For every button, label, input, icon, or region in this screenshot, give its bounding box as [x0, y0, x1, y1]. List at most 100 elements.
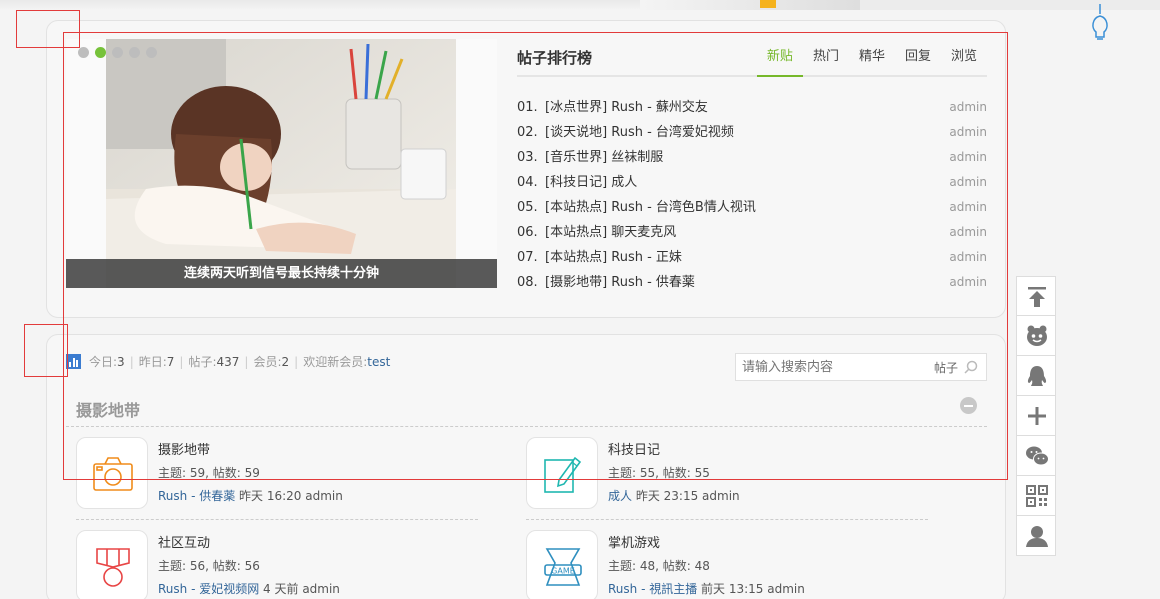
forum-icon-box[interactable]: GAME — [526, 530, 598, 599]
forum-icon-box[interactable] — [526, 437, 598, 509]
ranking-post-link[interactable]: [本站热点] Rush - 台湾色B情人视讯 — [545, 200, 756, 215]
ranking-author-link[interactable]: admin — [949, 195, 987, 220]
collapse-icon[interactable] — [960, 397, 977, 414]
last-post-info: 昨天 16:20 admin — [235, 489, 343, 503]
top-banner-strip — [0, 0, 1160, 10]
today-count: 3 — [117, 354, 125, 369]
forum-last-post: Rush - 視訊主播 前天 13:15 admin — [608, 580, 805, 597]
search-icon[interactable] — [964, 360, 978, 374]
forum-icon-box[interactable] — [76, 530, 148, 599]
ranking-item: 05. [本站热点] Rush - 台湾色B情人视讯 admin — [517, 195, 987, 220]
search-scope-select[interactable]: 帖子 — [934, 359, 958, 376]
slider-dot[interactable] — [146, 47, 157, 58]
slide-photo[interactable] — [106, 39, 456, 288]
back-to-top-icon — [1028, 287, 1046, 307]
ranking-tab[interactable]: 回复 — [895, 49, 941, 77]
ranking-post-link[interactable]: [本站热点] 聊天麦克风 — [545, 225, 676, 240]
slide-caption[interactable]: 连续两天听到信号最长持续十分钟 — [66, 259, 497, 288]
ranking-author-link[interactable]: admin — [949, 270, 987, 295]
svg-text:GAME: GAME — [551, 567, 575, 576]
forum-icon-box[interactable] — [76, 437, 148, 509]
last-post-link[interactable]: 成人 — [608, 489, 632, 503]
stats-separator: | — [294, 354, 299, 369]
ranking-number: 04. — [517, 175, 538, 190]
forum-stats: 主题: 55, 帖数: 55 — [608, 466, 710, 480]
forum-name-link[interactable]: 掌机游戏 — [608, 532, 660, 551]
ranking-number: 05. — [517, 200, 538, 215]
ranking-tab[interactable]: 热门 — [803, 49, 849, 77]
ranking-author-link[interactable]: admin — [949, 220, 987, 245]
forum-item: 社区互动主题: 56, 帖数: 56 Rush - 爱妃视频网 4 天前 admi… — [76, 530, 506, 599]
game-icon: GAME — [544, 548, 582, 586]
add-icon — [1028, 407, 1046, 425]
user-icon — [1026, 526, 1048, 547]
ranking-author-link[interactable]: admin — [949, 145, 987, 170]
back-to-top-button[interactable] — [1016, 276, 1056, 316]
slider-dot[interactable] — [112, 47, 123, 58]
ranking-post-link[interactable]: [科技日记] 成人 — [545, 175, 637, 190]
floating-toolbar — [1016, 276, 1056, 556]
forum-name-link[interactable]: 摄影地带 — [158, 439, 210, 458]
ranking-number: 07. — [517, 250, 538, 265]
ranking-author-link[interactable]: admin — [949, 95, 987, 120]
camera-icon — [93, 457, 133, 491]
last-post-info: 4 天前 admin — [259, 582, 340, 596]
forum-stats: 主题: 48, 帖数: 48 — [608, 559, 710, 573]
forum-last-post: Rush - 爱妃视频网 4 天前 admin — [158, 580, 340, 597]
ranking-post-link[interactable]: [冰点世界] Rush - 蘇州交友 — [545, 100, 708, 115]
qrcode-button[interactable] — [1016, 476, 1056, 516]
qrcode-icon — [1026, 485, 1048, 507]
ranking-author-link[interactable]: admin — [949, 245, 987, 270]
ranking-post-link[interactable]: [本站热点] Rush - 正妹 — [545, 250, 682, 265]
ranking-list: 01. [冰点世界] Rush - 蘇州交友 admin 02. [谈天说地] Rush… — [517, 95, 987, 295]
qq-button[interactable] — [1016, 356, 1056, 396]
forum-section-title[interactable]: 摄影地带 — [76, 397, 140, 421]
post-ranking: 帖子排行榜 新贴 热门 精华 回复 浏览 01. [冰点世界] Rush - 蘇州交友 ad… — [517, 43, 987, 295]
forum-last-post: 成人 昨天 23:15 admin — [608, 487, 740, 504]
forum-panel: 今日: 3 | 昨日: 7 | 帖子: 437 | 会员: 2 | 欢迎新会员:… — [46, 334, 1006, 599]
ranking-item: 06. [本站热点] 聊天麦克风 admin — [517, 220, 987, 245]
ranking-post-link[interactable]: [谈天说地] Rush - 台湾爱妃视频 — [545, 125, 734, 140]
forum-name-link[interactable]: 科技日记 — [608, 439, 660, 458]
wechat-button[interactable] — [1016, 436, 1056, 476]
posts-label: 帖子: — [188, 355, 217, 369]
slider-dot[interactable] — [95, 47, 106, 58]
last-post-info: 昨天 23:15 admin — [632, 489, 740, 503]
welcome-label: 欢迎新会员: — [303, 355, 368, 369]
ranking-post-link[interactable]: [音乐世界] 丝袜制服 — [545, 150, 663, 165]
forum-stats: 主题: 56, 帖数: 56 — [158, 559, 260, 573]
ranking-tab[interactable]: 精华 — [849, 49, 895, 77]
forum-row-divider — [76, 519, 478, 520]
ranking-title: 帖子排行榜 — [517, 49, 593, 67]
last-post-link[interactable]: Rush - 視訊主播 — [608, 582, 697, 596]
wechat-icon — [1026, 446, 1049, 466]
members-label: 会员: — [253, 355, 282, 369]
ranking-item: 04. [科技日记] 成人 admin — [517, 170, 987, 195]
pen-tablet-icon — [544, 456, 582, 493]
forum-item: 科技日记主题: 55, 帖数: 55 成人 昨天 23:15 admin — [526, 437, 956, 511]
slider-dot[interactable] — [78, 47, 89, 58]
mascot-button[interactable] — [1016, 316, 1056, 356]
forum-name-link[interactable]: 社区互动 — [158, 532, 210, 551]
stats-separator: | — [244, 354, 249, 369]
last-post-link[interactable]: Rush - 爱妃视频网 — [158, 582, 259, 596]
site-stats: 今日: 3 | 昨日: 7 | 帖子: 437 | 会员: 2 | 欢迎新会员:… — [66, 353, 390, 370]
members-count: 2 — [281, 354, 290, 369]
image-slider[interactable]: 连续两天听到信号最长持续十分钟 — [66, 39, 497, 288]
add-button[interactable] — [1016, 396, 1056, 436]
yesterday-label: 昨日: — [138, 355, 167, 369]
ranking-post-link[interactable]: [摄影地带] Rush - 供春薬 — [545, 275, 695, 290]
stats-separator: | — [129, 354, 134, 369]
slider-dot[interactable] — [129, 47, 140, 58]
user-button[interactable] — [1016, 516, 1056, 556]
yesterday-count: 7 — [166, 354, 175, 369]
ranking-tab[interactable]: 新贴 — [756, 49, 803, 77]
lightbulb-icon[interactable] — [1088, 4, 1112, 42]
newest-member-link[interactable]: test — [367, 355, 390, 369]
ranking-author-link[interactable]: admin — [949, 170, 987, 195]
ranking-tab[interactable]: 浏览 — [941, 49, 987, 77]
last-post-link[interactable]: Rush - 供春薬 — [158, 489, 235, 503]
ranking-author-link[interactable]: admin — [949, 120, 987, 145]
ranking-number: 01. — [517, 100, 538, 115]
search-input[interactable] — [736, 354, 926, 380]
